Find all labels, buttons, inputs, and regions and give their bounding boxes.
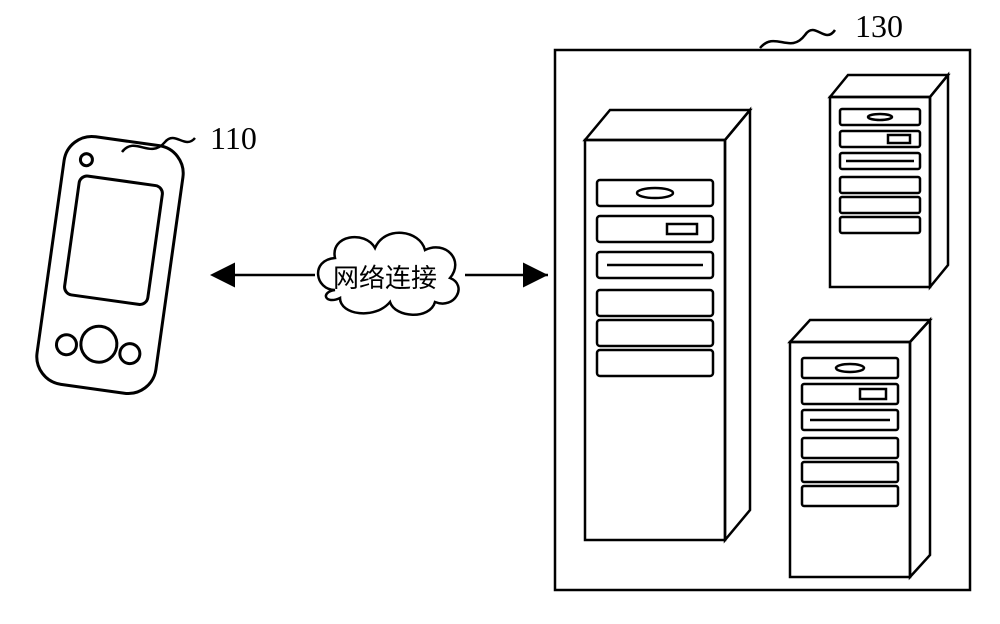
label-connection: 网络连接 <box>333 258 437 295</box>
leader-130 <box>760 30 835 48</box>
label-110: 110 <box>210 120 257 157</box>
diagram-svg <box>0 0 1000 616</box>
mobile-device <box>33 133 187 397</box>
diagram-canvas: 110 130 网络连接 <box>0 0 1000 616</box>
server-1 <box>585 110 750 540</box>
server-2 <box>830 75 948 287</box>
server-3 <box>790 320 930 577</box>
label-130: 130 <box>855 8 903 45</box>
